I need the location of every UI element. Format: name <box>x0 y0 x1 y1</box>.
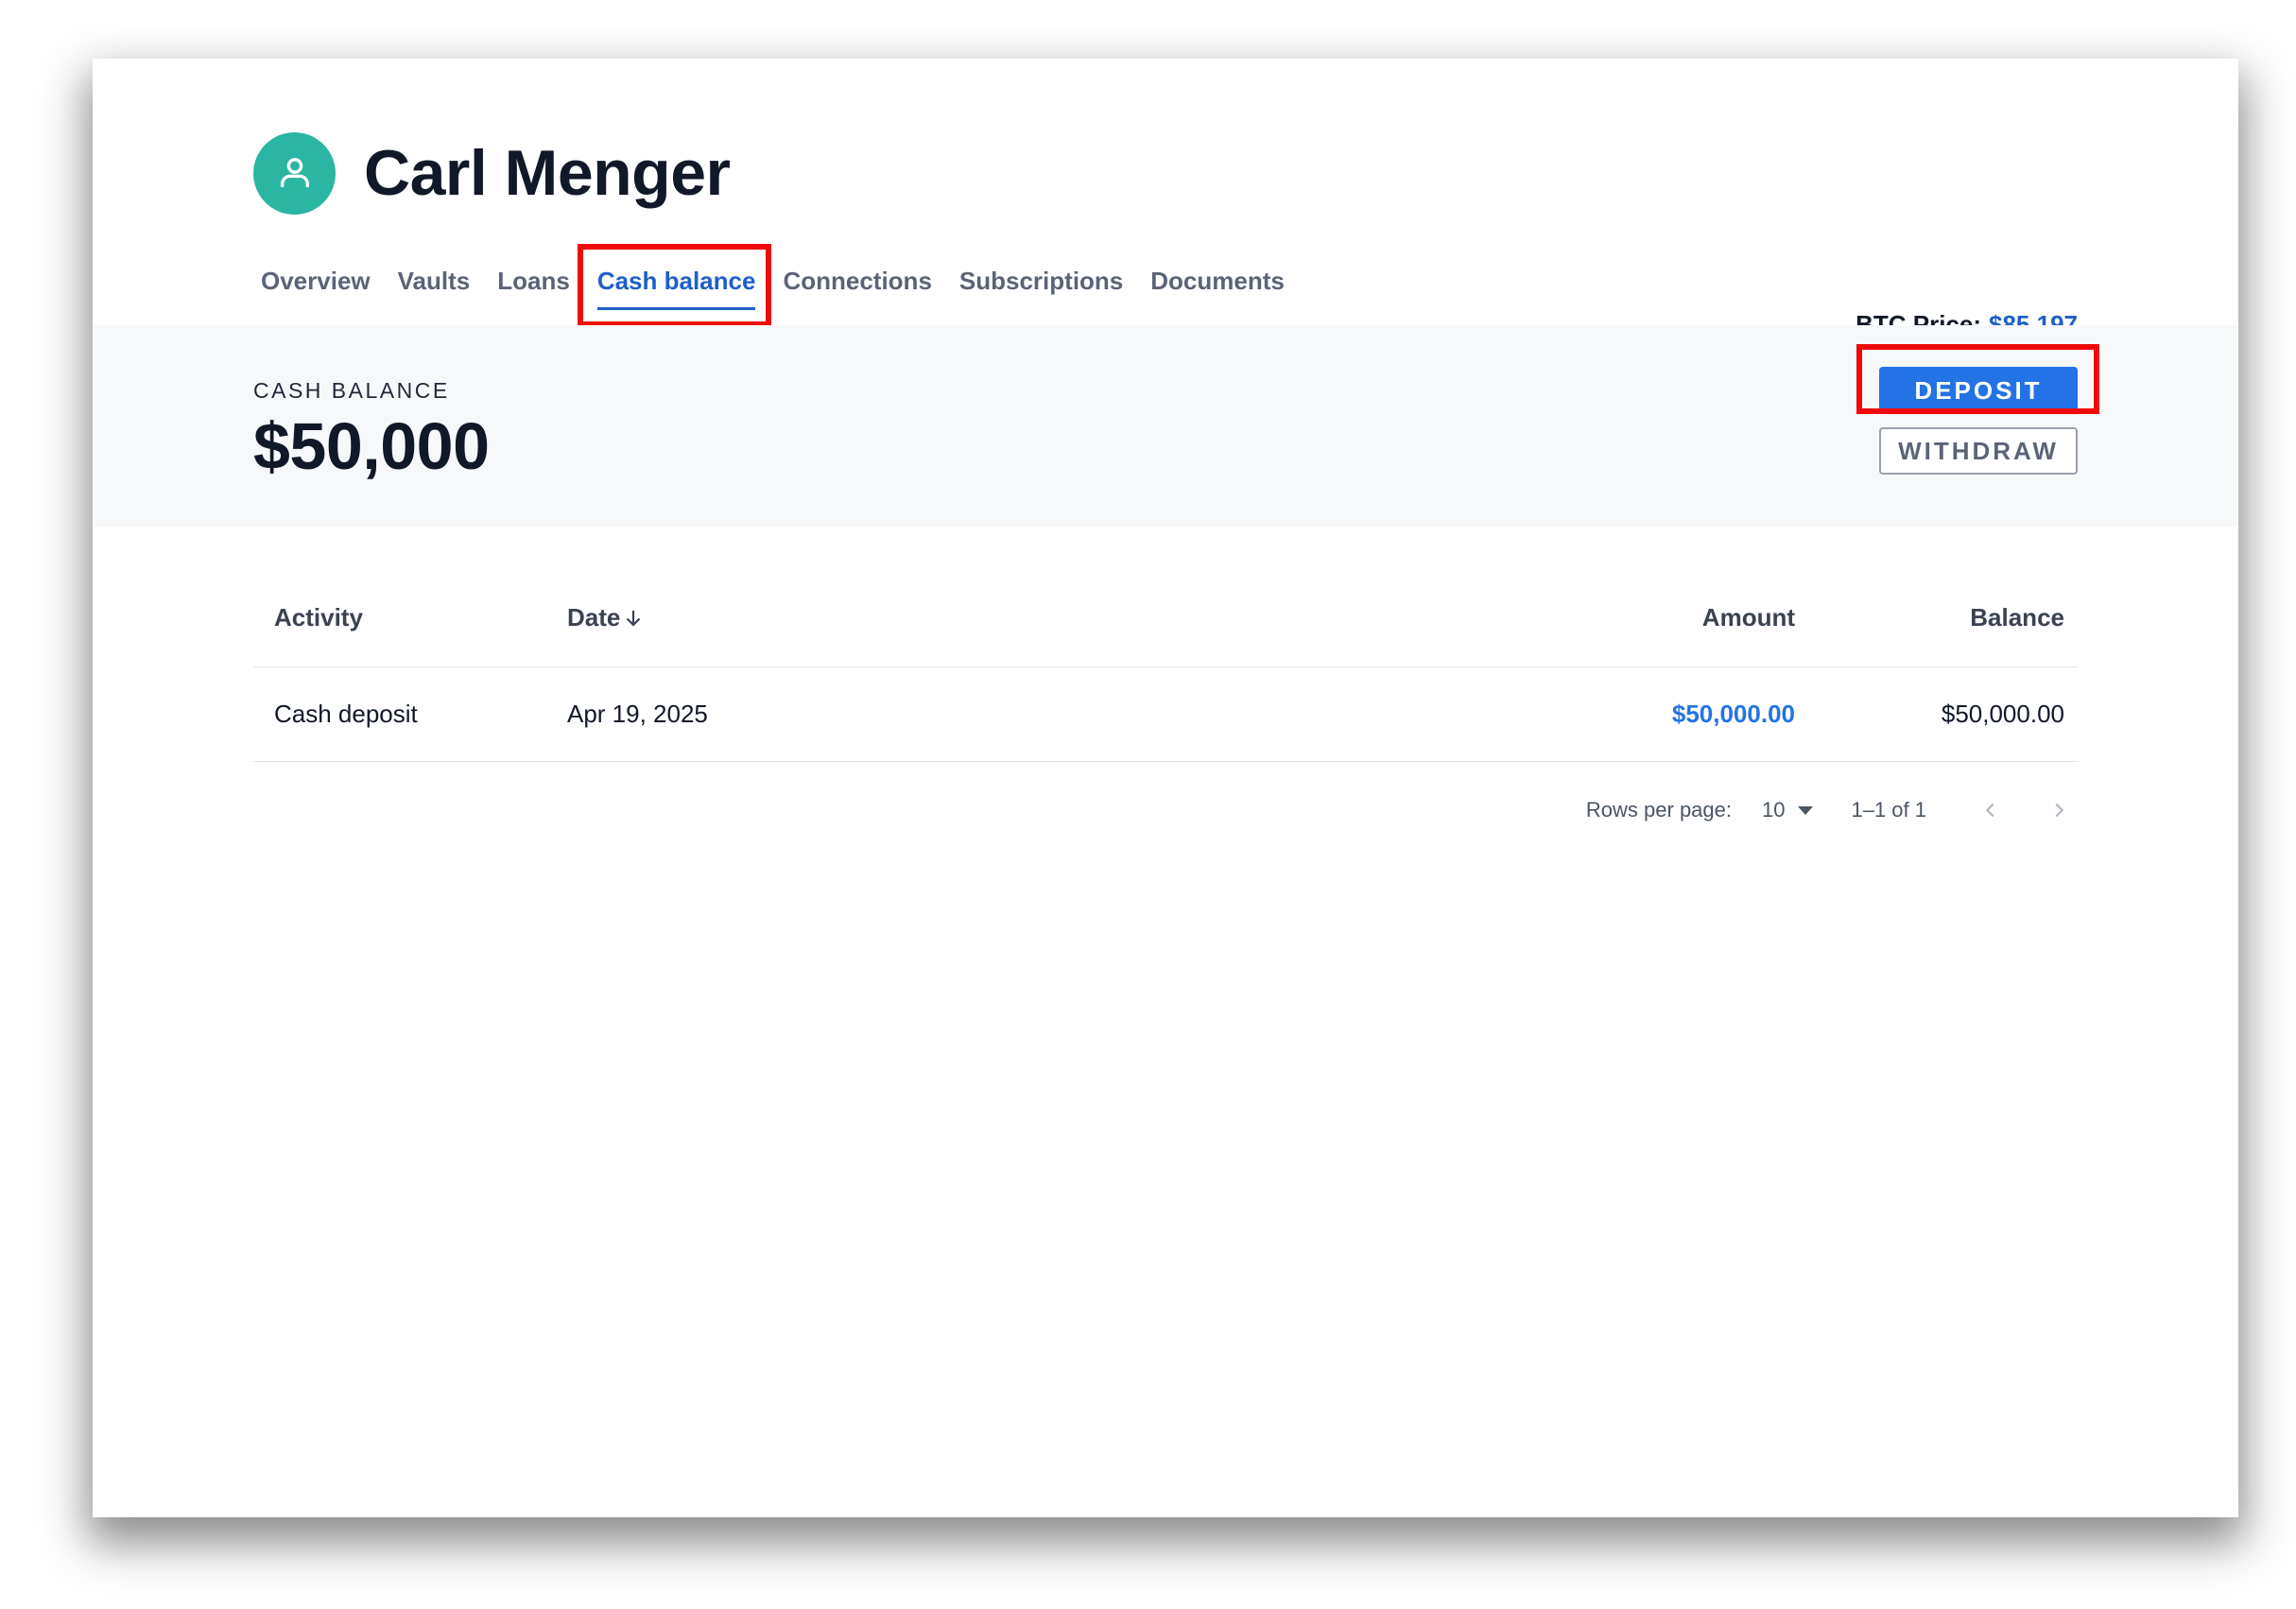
transactions-table: Activity Date Amount Balance Cash deposi… <box>253 569 2078 762</box>
balance-amount: $50,000 <box>253 409 490 483</box>
arrow-down-icon <box>627 610 641 627</box>
cell-date: Apr 19, 2025 <box>567 700 708 728</box>
rows-per-page-label: Rows per page: <box>1585 798 1732 822</box>
cell-activity: Cash deposit <box>274 700 418 728</box>
pagination: Rows per page: 10 1–1 of 1 <box>1586 787 2078 834</box>
rows-per-page-value: 10 <box>1762 798 1786 822</box>
rows-per-page-select[interactable]: 10 <box>1762 798 1814 822</box>
tab-overview[interactable]: Overview <box>253 238 378 323</box>
previous-page-button[interactable] <box>1972 791 2010 829</box>
chevron-left-icon <box>1985 803 1994 818</box>
column-activity: Activity <box>274 603 363 631</box>
column-date[interactable]: Date <box>567 603 1511 632</box>
tab-cash-balance[interactable]: Cash balance <box>590 238 764 323</box>
caret-down-icon <box>1798 805 1814 815</box>
next-page-button[interactable] <box>2040 791 2078 829</box>
tab-subscriptions[interactable]: Subscriptions <box>952 238 1131 323</box>
balance-summary: CASH BALANCE $50,000 DEPOSIT WITHDRAW <box>93 325 2238 527</box>
page-title: Carl Menger <box>364 137 731 209</box>
profile-header: Carl Menger <box>253 130 731 216</box>
withdraw-button[interactable]: WITHDRAW <box>1879 427 2078 475</box>
tab-connections[interactable]: Connections <box>775 238 939 323</box>
table-header: Activity Date Amount Balance <box>253 569 2078 667</box>
column-date-label: Date <box>567 603 621 631</box>
deposit-button[interactable]: DEPOSIT <box>1879 367 2078 414</box>
app-window: Carl Menger Overview Vaults Loans Cash b… <box>93 59 2238 1517</box>
column-balance: Balance <box>1970 603 2064 631</box>
cell-balance: $50,000.00 <box>1941 700 2064 728</box>
user-icon <box>280 158 309 187</box>
chevron-right-icon <box>2055 803 2064 818</box>
pagination-range: 1–1 of 1 <box>1851 798 1926 822</box>
tab-documents[interactable]: Documents <box>1143 238 1292 323</box>
column-amount: Amount <box>1701 603 1795 631</box>
tab-vaults[interactable]: Vaults <box>390 238 478 323</box>
avatar <box>253 131 336 215</box>
cell-amount: $50,000.00 <box>1671 700 1795 728</box>
balance-label: CASH BALANCE <box>253 378 450 403</box>
tab-loans[interactable]: Loans <box>490 238 578 323</box>
table-row: Cash deposit Apr 19, 2025 $50,000.00 $50… <box>253 667 2078 762</box>
